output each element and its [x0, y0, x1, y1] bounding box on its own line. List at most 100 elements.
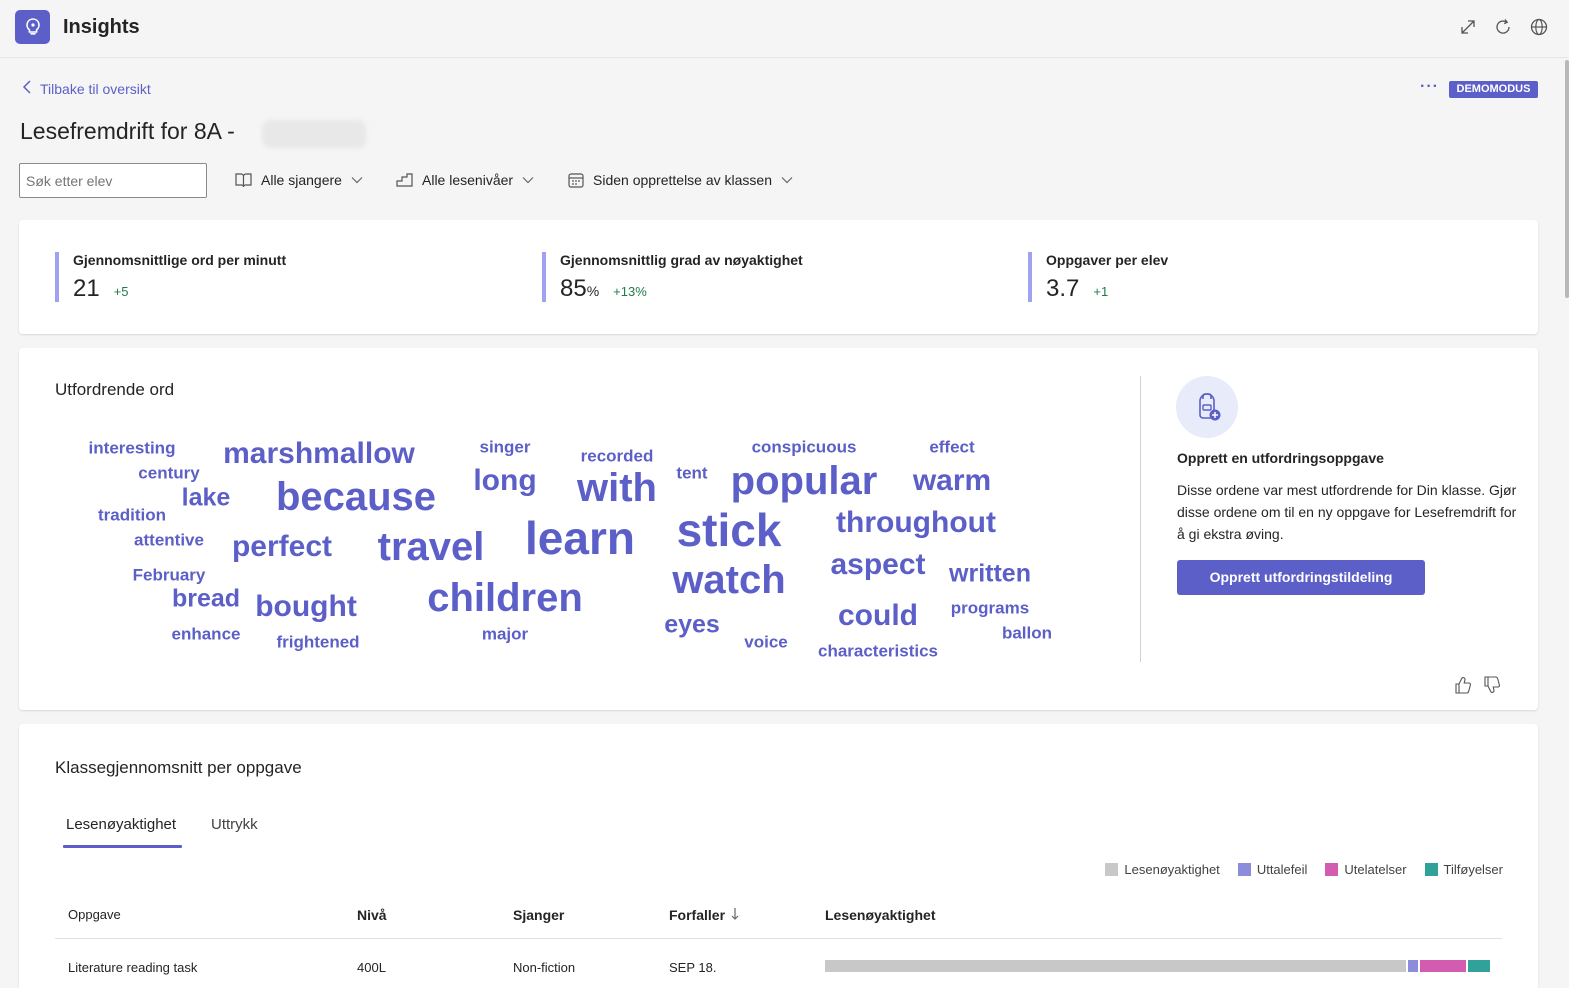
stat-words-per-minute: Gjennomsnittlige ord per minutt 21 +5 — [55, 252, 286, 302]
legend-swatch — [1105, 863, 1119, 876]
back-link[interactable]: Tilbake til oversikt — [22, 80, 151, 97]
word-cloud-word: voice — [744, 632, 788, 652]
word-cloud-word: century — [138, 463, 200, 483]
word-cloud-word: singer — [479, 437, 531, 457]
word-cloud-word: watch — [672, 558, 786, 602]
create-challenge-button[interactable]: Opprett utfordringstildeling — [1177, 560, 1425, 595]
word-cloud-word: travel — [377, 525, 485, 569]
word-cloud-word: characteristics — [817, 641, 939, 661]
word-cloud-word: bought — [255, 590, 357, 623]
word-cloud-word: aspect — [830, 548, 926, 581]
legend-item: Tilføyelser — [1424, 862, 1503, 877]
chevron-down-icon — [781, 176, 793, 184]
level-filter-label: Alle lesenivåer — [422, 172, 514, 188]
word-cloud-word: ballon — [1001, 623, 1053, 643]
column-header-genre[interactable]: Sjanger — [513, 907, 564, 923]
search-input[interactable] — [19, 163, 207, 198]
app-title: Insights — [63, 16, 140, 38]
tab-expression[interactable]: Uttrykk — [211, 816, 258, 833]
challenge-title: Opprett en utfordringsoppgave — [1177, 450, 1384, 466]
word-cloud-word: stick — [676, 504, 782, 556]
stat-label: Gjennomsnittlige ord per minutt — [73, 252, 287, 268]
cell-genre: Non-fiction — [513, 960, 576, 975]
table-divider — [55, 938, 1502, 939]
stat-delta: +1 — [1093, 284, 1109, 299]
word-cloud: interesting century tradition attentive Febr… — [19, 348, 1119, 708]
word-cloud-word: with — [577, 466, 657, 510]
legend-swatch — [1424, 863, 1438, 876]
page-title: Lesefremdrift for 8A - — [20, 118, 235, 144]
stat-label: Oppgaver per elev — [1046, 252, 1169, 268]
section-title: Klassegjennomsnitt per oppgave — [55, 758, 302, 777]
word-cloud-word: effect — [929, 437, 975, 457]
chart-legend: Lesenøyaktighet Uttalefeil Utelatelser Tilf… — [1105, 862, 1503, 877]
column-header-due-label: Forfaller — [669, 907, 726, 923]
column-header-level[interactable]: Nivå — [357, 907, 387, 923]
cell-due: SEP 18. — [669, 960, 717, 975]
word-cloud-word: recorded — [580, 446, 654, 466]
bar-segment-insertions — [1467, 960, 1490, 972]
legend-item: Utelatelser — [1325, 862, 1407, 877]
scrollbar[interactable] — [1565, 60, 1569, 298]
level-filter-dropdown[interactable]: Alle lesenivåer — [396, 172, 534, 188]
legend-label: Tilføyelser — [1443, 862, 1503, 877]
stat-value: 21 — [73, 275, 100, 302]
expand-icon[interactable] — [1458, 17, 1478, 37]
word-cloud-word: written — [949, 559, 1031, 588]
demo-mode-badge: DEMOMODUS — [1449, 81, 1538, 98]
active-tab-indicator — [63, 845, 182, 848]
word-cloud-word: children — [427, 576, 583, 620]
genre-filter-dropdown[interactable]: Alle sjangere — [235, 172, 363, 188]
word-cloud-word: perfect — [231, 530, 333, 563]
word-cloud-word: long — [473, 464, 537, 497]
stat-delta: +13% — [613, 284, 647, 299]
stat-tasks-per-student: Oppgaver per elev 3.7 +1 — [1028, 252, 1168, 302]
word-cloud-word: throughout — [836, 506, 996, 539]
bar-segment-accuracy — [825, 960, 1407, 972]
word-cloud-word: February — [132, 565, 206, 585]
globe-icon[interactable] — [1529, 17, 1549, 37]
stat-label: Gjennomsnittlig grad av nøyaktighet — [560, 252, 803, 268]
word-cloud-word: popular — [730, 459, 878, 503]
period-filter-dropdown[interactable]: Siden opprettelse av klassen — [568, 172, 793, 188]
word-cloud-word: tent — [676, 463, 708, 483]
word-cloud-word: marshmallow — [223, 437, 415, 470]
word-cloud-word: programs — [950, 598, 1030, 618]
app-bar: Insights — [0, 0, 1569, 58]
refresh-icon[interactable] — [1493, 17, 1513, 37]
stat-delta: +5 — [113, 284, 129, 299]
thumbs-down-icon[interactable] — [1484, 676, 1500, 694]
column-header-task[interactable]: Oppgave — [68, 907, 121, 922]
column-header-accuracy[interactable]: Lesenøyaktighet — [825, 907, 935, 923]
challenging-words-card: Utfordrende ord interesting century tradit… — [19, 348, 1538, 710]
legend-label: Lesenøyaktighet — [1124, 862, 1220, 877]
word-cloud-word: interesting — [88, 438, 176, 458]
bar-segment-omissions — [1420, 960, 1466, 972]
word-cloud-word: bread — [171, 584, 241, 613]
column-header-due[interactable]: Forfaller — [669, 907, 739, 923]
word-cloud-word: conspicuous — [751, 437, 857, 457]
word-cloud-word: tradition — [98, 505, 166, 525]
tab-reading-accuracy[interactable]: Lesenøyaktighet — [66, 816, 176, 833]
legend-label: Utelatelser — [1344, 862, 1407, 877]
thumbs-up-icon[interactable] — [1455, 676, 1471, 694]
chevron-left-icon — [22, 80, 32, 97]
steps-icon — [396, 173, 413, 187]
word-cloud-word: enhance — [171, 624, 241, 644]
chevron-down-icon — [351, 176, 363, 184]
challenge-description: Disse ordene var mest utfordrende for Di… — [1177, 482, 1517, 542]
chevron-down-icon — [522, 176, 534, 184]
redacted-class-name — [262, 120, 366, 148]
legend-item: Lesenøyaktighet — [1105, 862, 1220, 877]
legend-swatch — [1237, 863, 1251, 876]
word-cloud-word: warm — [912, 464, 992, 497]
word-cloud-word: lake — [181, 483, 231, 512]
legend-label: Uttalefeil — [1256, 862, 1308, 877]
stat-value: 85% — [560, 275, 600, 302]
more-options-icon[interactable]: ··· — [1420, 78, 1439, 96]
book-icon — [235, 172, 252, 188]
cell-level: 400L — [357, 960, 386, 975]
cell-task: Literature reading task — [68, 960, 198, 975]
divider — [1140, 376, 1141, 662]
stat-accuracy: Gjennomsnittlig grad av nøyaktighet 85% … — [542, 252, 803, 302]
